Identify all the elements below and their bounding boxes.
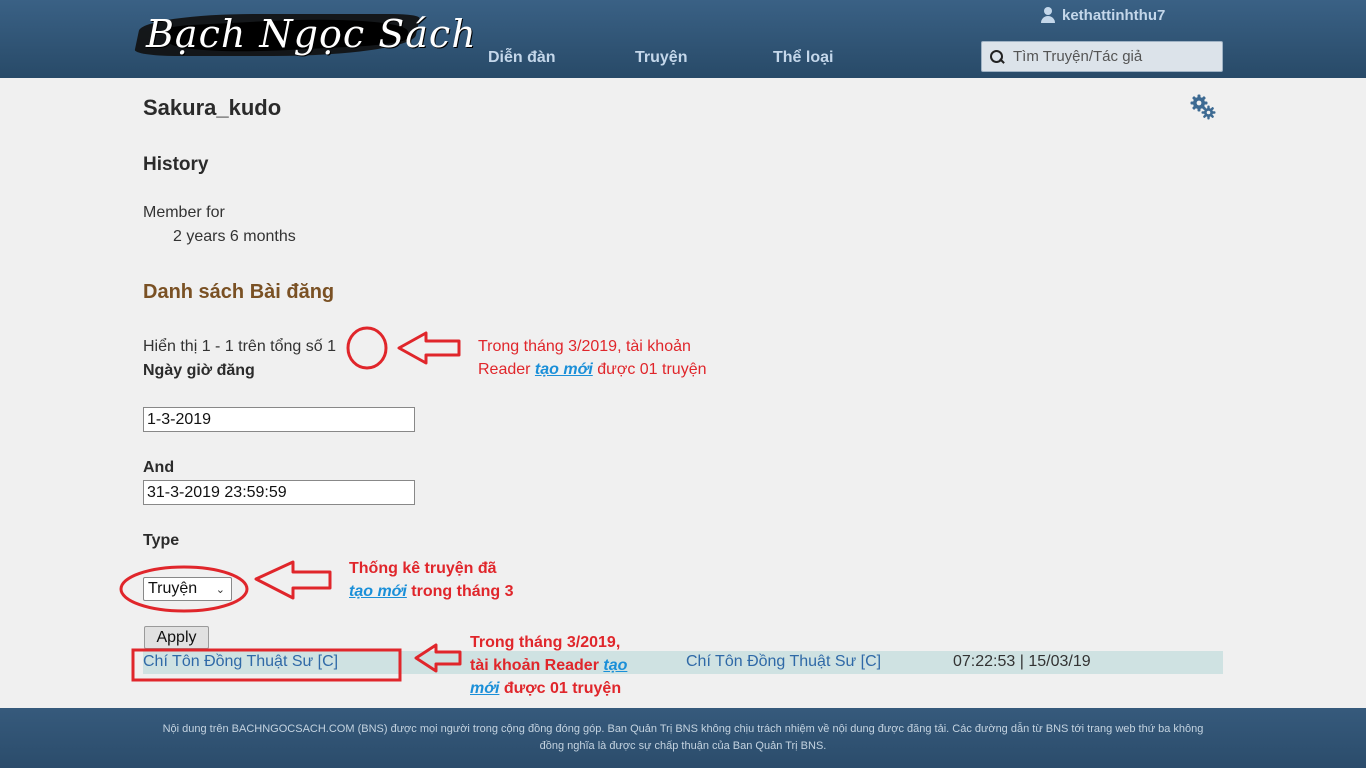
nav-forum[interactable]: Diễn đàn [488,49,556,67]
history-heading: History [143,154,209,175]
type-select[interactable]: Truyện ⌄ [143,577,232,601]
nav-stories[interactable]: Truyện [635,49,687,67]
date-to-input[interactable] [143,480,415,505]
annotation-result-pre: tài khoản Reader [470,657,604,674]
type-label: Type [143,532,180,549]
user-icon [1040,6,1056,24]
member-for-value: 2 years 6 months [173,228,296,245]
date-from-input[interactable] [143,407,415,432]
post-datetime: 07:22:53 | 15/03/19 [953,653,1091,670]
apply-button[interactable]: Apply [144,626,209,649]
annotation-result-line2: tài khoản Reader tạo [470,654,627,677]
chevron-down-icon: ⌄ [215,583,225,596]
username-label: kethattinhthu7 [1062,6,1166,24]
footer-text: Nội dung trên BACHNGOCSACH.COM (BNS) đượ… [162,723,1204,752]
profile-name: Sakura_kudo [143,95,282,120]
site-footer: Nội dung trên BACHNGOCSACH.COM (BNS) đượ… [0,708,1366,768]
annotation-type: Thống kê truyện đã tạo mới trong tháng 3 [349,557,514,603]
annotation-result-link1: tạo [603,657,628,674]
table-row: Chí Tôn Đồng Thuật Sư [C] Chí Tôn Đồng T… [143,651,1223,674]
date-label: Ngày giờ đăng [143,362,255,379]
annotation-count-post: được 01 truyện [592,361,707,378]
annotation-count-line2: Reader tạo mới được 01 truyện [478,358,706,381]
annotation-result-link2: mới [470,680,500,697]
annotation-type-post: trong tháng 3 [406,583,514,600]
annotation-count-pre: Reader [478,361,535,378]
and-label: And [143,459,175,476]
search-box[interactable] [981,41,1223,72]
annotation-result-line3: mới được 01 truyện [470,677,627,700]
count-arrow [397,331,461,365]
post-title-link[interactable]: Chí Tôn Đồng Thuật Sư [C] [143,653,338,671]
type-selected-value: Truyện [148,580,198,597]
user-menu[interactable]: kethattinhthu7 [1040,5,1165,25]
annotation-result: Trong tháng 3/2019, tài khoản Reader tạo… [470,631,627,700]
logo-text: Bạch Ngọc Sách [146,12,477,56]
type-arrow [254,560,332,600]
gear-icon[interactable] [1190,94,1216,120]
search-icon[interactable] [990,49,1004,64]
results-count: Hiển thị 1 - 1 trên tổng số 1 [143,338,336,355]
count-highlight-circle [346,326,388,370]
search-input[interactable] [1013,48,1213,65]
site-logo[interactable]: Bạch Ngọc Sách [133,6,476,62]
story-link[interactable]: Chí Tôn Đồng Thuật Sư [C] [686,653,881,671]
nav-genres[interactable]: Thể loại [773,49,833,67]
member-for-label: Member for [143,204,225,221]
annotation-type-link: tạo mới [349,583,407,600]
annotation-type-line1: Thống kê truyện đã [349,560,497,577]
annotation-result-post: được 01 truyện [499,680,622,697]
annotation-count: Trong tháng 3/2019, tài khoản Reader tạo… [478,335,706,381]
annotation-count-link: tạo mới [534,361,593,378]
annotation-type-line2: tạo mới trong tháng 3 [349,580,514,603]
site-header: Bạch Ngọc Sách Diễn đàn Truyện Thể loại … [0,0,1366,78]
annotation-result-line1: Trong tháng 3/2019, [470,634,621,651]
annotation-count-line1: Trong tháng 3/2019, tài khoản [478,338,691,355]
posts-title: Danh sách Bài đăng [143,281,335,303]
